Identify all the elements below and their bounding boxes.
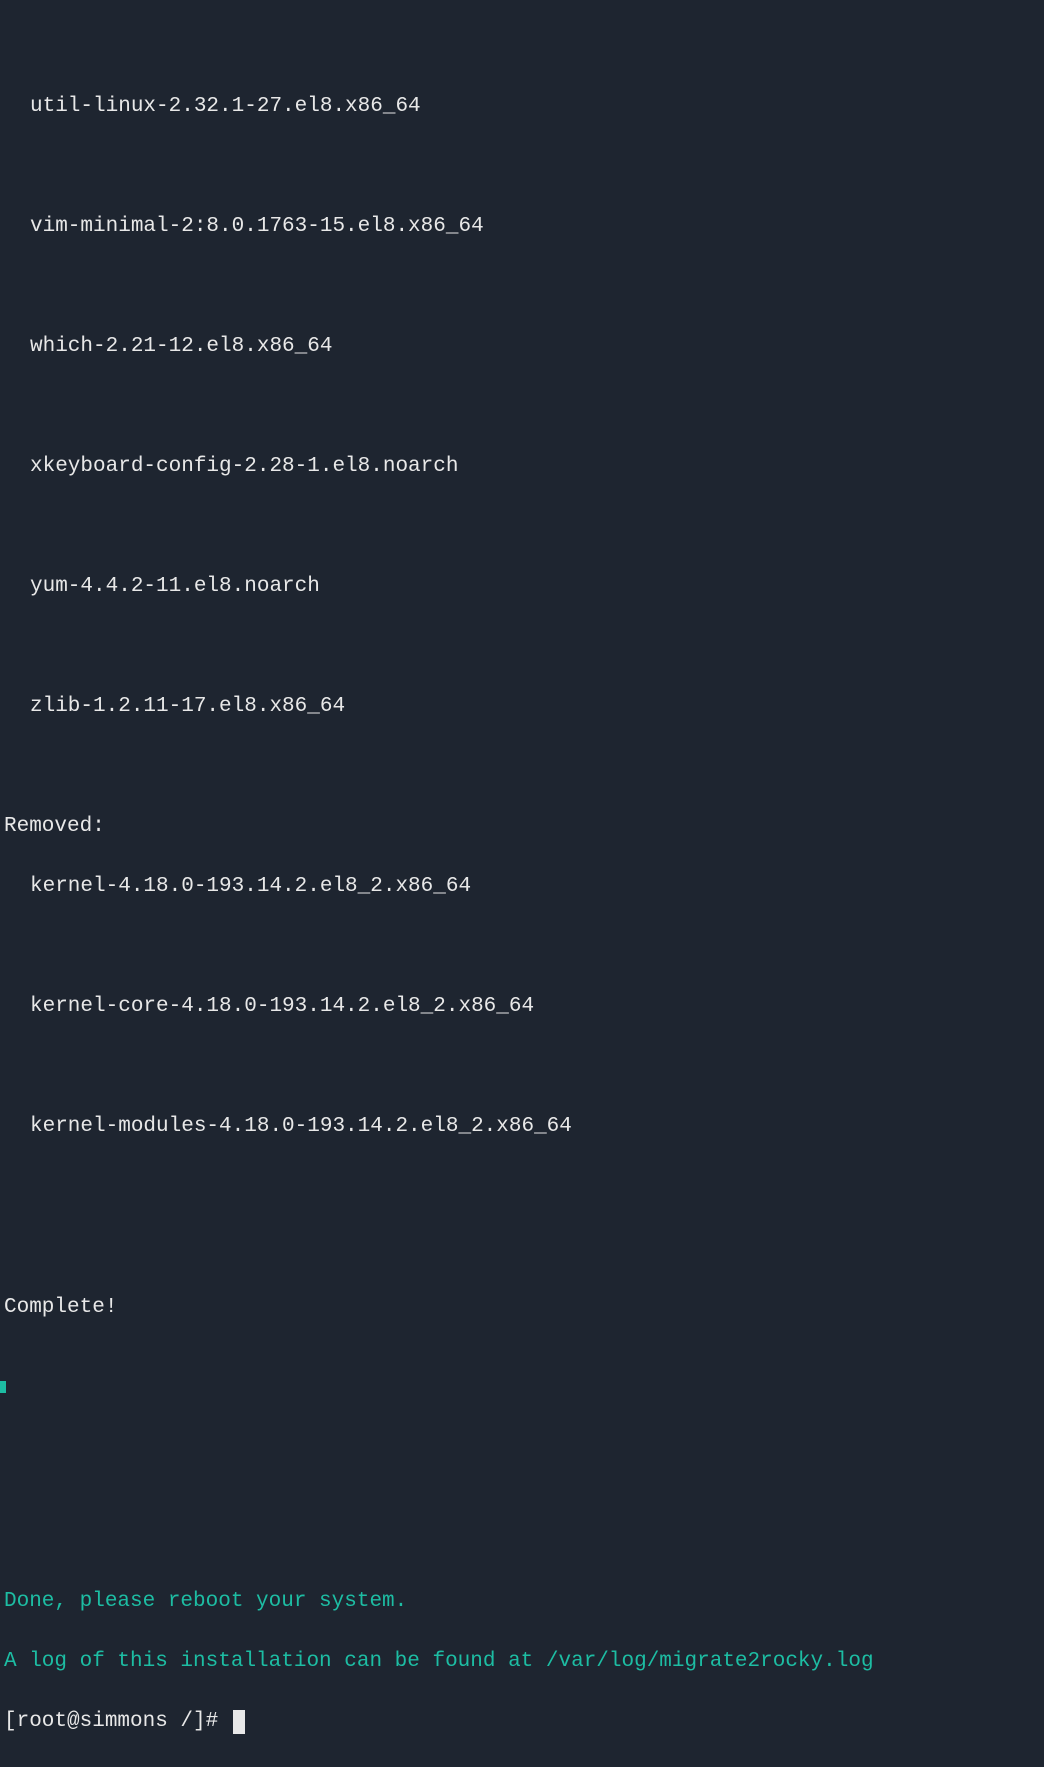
done-message: Done, please reboot your system.	[0, 1587, 1044, 1617]
package-line: xkeyboard-config-2.28-1.el8.noarch	[0, 452, 1044, 482]
cursor-icon	[233, 1710, 245, 1734]
removed-package-line: kernel-modules-4.18.0-193.14.2.el8_2.x86…	[0, 1112, 1044, 1142]
removed-package-line: kernel-4.18.0-193.14.2.el8_2.x86_64	[0, 872, 1044, 902]
complete-message: Complete!	[0, 1293, 1044, 1323]
removed-package-line: kernel-core-4.18.0-193.14.2.el8_2.x86_64	[0, 992, 1044, 1022]
package-line: zlib-1.2.11-17.el8.x86_64	[0, 692, 1044, 722]
separator-bar	[0, 1381, 6, 1393]
removed-label: Removed:	[0, 812, 1044, 842]
package-line: vim-minimal-2:8.0.1763-15.el8.x86_64	[0, 212, 1044, 242]
log-message: A log of this installation can be found …	[0, 1647, 1044, 1677]
package-line: util-linux-2.32.1-27.el8.x86_64	[0, 92, 1044, 122]
shell-prompt[interactable]: [root@simmons /]#	[0, 1707, 1044, 1737]
package-line: which-2.21-12.el8.x86_64	[0, 332, 1044, 362]
prompt-text: [root@simmons /]#	[4, 1707, 231, 1737]
terminal-output[interactable]: util-linux-2.32.1-27.el8.x86_64 vim-mini…	[0, 0, 1044, 1767]
package-line: yum-4.4.2-11.el8.noarch	[0, 572, 1044, 602]
